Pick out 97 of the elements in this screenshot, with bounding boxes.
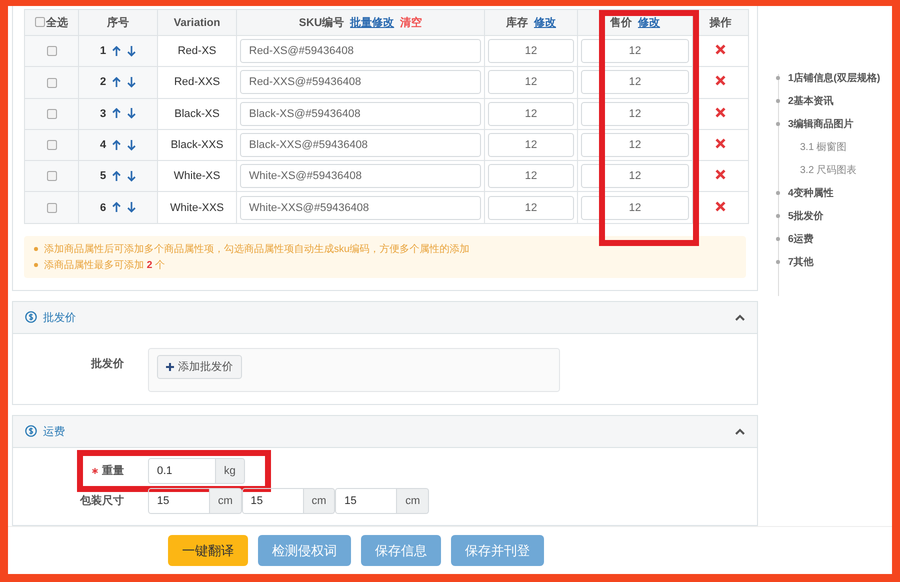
unit-label: cm — [304, 488, 336, 514]
clear-link[interactable]: 清空 — [400, 17, 422, 29]
row-number: 5 — [100, 170, 106, 182]
dollar-icon — [25, 311, 37, 324]
plus-icon — [166, 362, 174, 371]
stock-field[interactable]: 12 — [488, 39, 574, 64]
down-arrow-icon[interactable] — [127, 202, 136, 214]
checkbox[interactable] — [35, 17, 45, 28]
row-number: 4 — [100, 139, 106, 152]
delete-icon[interactable] — [715, 106, 726, 118]
delete-icon[interactable] — [715, 75, 726, 86]
up-arrow-icon[interactable] — [112, 202, 122, 214]
checkbox[interactable] — [46, 108, 56, 119]
delete-icon[interactable] — [715, 200, 726, 212]
row-number: 2 — [100, 76, 106, 88]
down-arrow-icon[interactable] — [127, 46, 136, 57]
up-arrow-icon[interactable] — [112, 76, 122, 88]
field-label: 重量 — [102, 465, 124, 478]
sku-field[interactable]: Red-XS@#59436408 — [240, 39, 481, 64]
checkbox[interactable] — [46, 140, 56, 150]
sku-field[interactable]: Red-XXS@#59436408 — [240, 70, 481, 94]
unit-label: cm — [397, 488, 430, 514]
sku-field[interactable]: White-XS@#59436408 — [240, 164, 481, 188]
column-header: SKU编号 — [298, 17, 344, 29]
edit-link[interactable]: 修改 — [638, 17, 660, 29]
nav-item[interactable]: 6运费 — [788, 232, 814, 246]
weight-field[interactable]: 0.1 — [148, 458, 216, 484]
checkbox[interactable] — [46, 171, 56, 182]
table-cell: Red-XXS — [158, 66, 236, 98]
checkbox[interactable] — [46, 202, 56, 213]
unit-label: kg — [216, 458, 245, 484]
stock-field[interactable]: 12 — [488, 164, 574, 188]
nav-item[interactable]: 4变种属性 — [788, 186, 834, 200]
size-field[interactable]: 15 — [148, 488, 210, 514]
column-header: 序号 — [107, 17, 129, 29]
table-cell: Black-XXS — [158, 129, 236, 161]
column-header: 库存 — [506, 17, 528, 29]
row-number: 6 — [100, 202, 106, 214]
delete-icon[interactable] — [715, 44, 726, 56]
stock-field[interactable]: 12 — [488, 70, 574, 94]
sku-field[interactable]: White-XXS@#59436408 — [240, 196, 481, 220]
down-arrow-icon[interactable] — [127, 108, 136, 120]
field-label: 包装尺寸 — [78, 494, 125, 508]
table-cell: White-XS — [158, 160, 236, 192]
checkbox[interactable] — [46, 78, 56, 88]
up-arrow-icon[interactable] — [112, 108, 122, 120]
up-arrow-icon[interactable] — [112, 170, 122, 182]
translate-button[interactable]: 一键翻译 — [168, 535, 248, 566]
stock-field[interactable]: 12 — [488, 102, 574, 126]
caret-icon[interactable] — [735, 314, 745, 321]
unit-label: cm — [210, 488, 242, 514]
price-field[interactable]: 12 — [581, 39, 689, 64]
table-cell: Red-XS — [158, 36, 236, 67]
nav-item[interactable]: 1店铺信息(双层规格) — [788, 70, 880, 84]
section-title: 运费 — [43, 424, 66, 439]
tip-text: 添商品属性最多可添加 2 个 — [44, 258, 166, 272]
down-arrow-icon[interactable] — [127, 76, 136, 88]
row-number: 1 — [100, 45, 106, 58]
table-cell: Black-XS — [158, 98, 236, 130]
nav-item[interactable]: 5批发价 — [788, 208, 824, 222]
table-cell: White-XXS — [158, 192, 236, 224]
section-title: 批发价 — [43, 310, 77, 325]
edit-link[interactable]: 批量修改 — [350, 17, 394, 29]
delete-icon[interactable] — [715, 138, 726, 150]
size-field[interactable]: 15 — [335, 488, 398, 514]
stock-field[interactable]: 12 — [488, 196, 574, 220]
caret-icon[interactable] — [735, 428, 745, 435]
price-field[interactable]: 12 — [581, 102, 689, 126]
down-arrow-icon[interactable] — [127, 170, 136, 182]
row-number: 3 — [100, 108, 106, 120]
stock-field[interactable]: 12 — [488, 133, 574, 158]
up-arrow-icon[interactable] — [112, 140, 122, 151]
sku-field[interactable]: Black-XS@#59436408 — [240, 102, 481, 126]
down-arrow-icon[interactable] — [127, 140, 136, 151]
size-field[interactable]: 15 — [242, 488, 304, 514]
add-wholesale-button[interactable]: 添加批发价 — [157, 354, 242, 379]
sku-field[interactable]: Black-XXS@#59436408 — [240, 133, 481, 158]
column-header: 操作 — [710, 17, 732, 29]
delete-icon[interactable] — [715, 169, 726, 180]
price-field[interactable]: 12 — [581, 70, 689, 94]
nav-item[interactable]: 2基本资讯 — [788, 94, 834, 108]
tip-text: 添加商品属性后可添加多个商品属性项，勾选商品属性项自动生成sku编码，方便多个属性的添加 — [44, 242, 470, 256]
price-field[interactable]: 12 — [581, 133, 689, 158]
checkbox[interactable] — [46, 46, 56, 56]
column-header: Variation — [174, 16, 220, 28]
dollar-icon — [25, 425, 37, 438]
edit-link[interactable]: 修改 — [534, 17, 556, 29]
column-header: 售价 — [610, 17, 632, 29]
price-field[interactable]: 12 — [581, 196, 689, 220]
nav-item[interactable]: 7其他 — [788, 254, 814, 268]
select-all-label: 全选 — [46, 16, 68, 30]
price-field[interactable]: 12 — [581, 164, 689, 188]
nav-subitem[interactable]: 3.2 尺码图表 — [800, 162, 857, 176]
up-arrow-icon[interactable] — [112, 46, 122, 57]
field-label: 批发价 — [90, 356, 125, 372]
nav-item[interactable]: 3编辑商品图片 — [788, 116, 854, 130]
nav-subitem[interactable]: 3.1 橱窗图 — [800, 140, 847, 154]
